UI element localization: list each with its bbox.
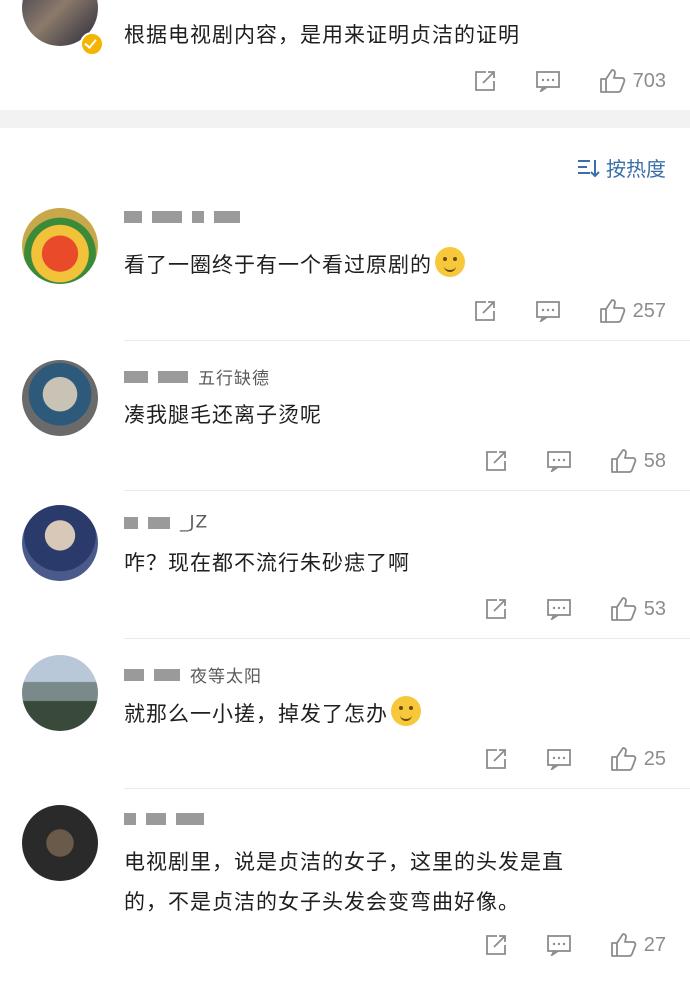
like-button[interactable]: 27 <box>610 932 666 958</box>
comment-icon <box>546 451 571 472</box>
comment-actions: 25 <box>446 742 666 776</box>
username[interactable]: _JZ <box>124 512 208 533</box>
comment-actions: 53 <box>446 592 666 626</box>
avatar[interactable] <box>22 208 98 284</box>
like-count: 27 <box>643 933 666 956</box>
share-button[interactable] <box>484 598 508 620</box>
share-icon <box>485 749 506 769</box>
comment-divider <box>124 490 690 491</box>
sort-icon <box>578 159 600 177</box>
reply-button[interactable] <box>546 598 572 620</box>
section-divider <box>0 110 690 128</box>
comment-divider <box>124 788 690 789</box>
like-button[interactable]: 53 <box>610 596 666 622</box>
comment-actions: 58 <box>446 444 666 478</box>
thumbs-up-icon <box>610 747 637 771</box>
username[interactable] <box>124 206 250 226</box>
laughing-crying-emoji-icon <box>435 247 465 277</box>
comment-actions: 27 <box>446 928 666 962</box>
comment-divider <box>124 638 690 639</box>
like-count: 53 <box>643 597 666 620</box>
like-count: 257 <box>632 299 666 322</box>
comment-icon <box>546 599 571 620</box>
share-icon <box>485 935 506 955</box>
share-button[interactable] <box>484 450 508 472</box>
avatar[interactable] <box>22 505 98 581</box>
avatar[interactable] <box>22 805 98 881</box>
comment-icon <box>546 749 571 770</box>
comment-text: 电视剧里，说是贞洁的女子，这里的头发是直 的，不是贞洁的女子头发会变弯曲好像。 <box>124 850 564 914</box>
like-button[interactable]: 58 <box>610 448 666 474</box>
comment-text: 看了一圈终于有一个看过原剧的 <box>124 245 465 285</box>
share-button[interactable] <box>473 300 497 322</box>
username[interactable] <box>124 808 214 828</box>
comment-icon <box>535 301 560 322</box>
comment-actions: 703 <box>435 64 666 98</box>
like-count: 703 <box>632 69 666 92</box>
share-button[interactable] <box>484 748 508 770</box>
reply-button[interactable] <box>546 748 572 770</box>
share-icon <box>474 71 495 91</box>
thumbs-up-icon <box>610 597 637 621</box>
thumbs-up-icon <box>610 933 637 957</box>
like-count: 58 <box>643 449 666 472</box>
avatar[interactable] <box>22 655 98 731</box>
thinking-emoji-icon <box>391 696 421 726</box>
username[interactable]: 夜等太阳 <box>124 662 262 687</box>
comment-divider <box>124 340 690 341</box>
thumbs-up-icon <box>599 299 625 323</box>
reply-button[interactable] <box>546 450 572 472</box>
thumbs-up-icon <box>599 69 625 93</box>
share-icon <box>485 451 506 471</box>
reply-button[interactable] <box>535 300 561 322</box>
comment-text: 咋？现在都不流行朱砂痣了啊 <box>124 551 410 575</box>
avatar[interactable] <box>22 360 98 436</box>
sort-button[interactable]: 按热度 <box>576 153 666 182</box>
username[interactable]: 五行缺德 <box>124 364 270 389</box>
like-button[interactable]: 703 <box>599 68 666 94</box>
thumbs-up-icon <box>610 449 637 473</box>
share-icon <box>474 301 495 321</box>
share-icon <box>485 599 506 619</box>
reply-button[interactable] <box>546 934 572 956</box>
share-button[interactable] <box>473 70 497 92</box>
comment-icon <box>546 935 571 956</box>
comment-text: 就那么一小搓，掉发了怎办 <box>124 694 421 734</box>
reply-button[interactable] <box>535 70 561 92</box>
share-button[interactable] <box>484 934 508 956</box>
comment-text: 根据电视剧内容，是用来证明贞洁的证明 <box>124 23 520 47</box>
like-button[interactable]: 25 <box>610 746 666 772</box>
comment-icon <box>535 71 560 92</box>
like-count: 25 <box>643 747 666 770</box>
comment-text: 凑我腿毛还离子烫呢 <box>124 403 322 427</box>
verified-badge-icon <box>80 32 104 56</box>
sort-label: 按热度 <box>606 157 666 181</box>
like-button[interactable]: 257 <box>599 298 666 324</box>
comment-actions: 257 <box>435 294 666 328</box>
